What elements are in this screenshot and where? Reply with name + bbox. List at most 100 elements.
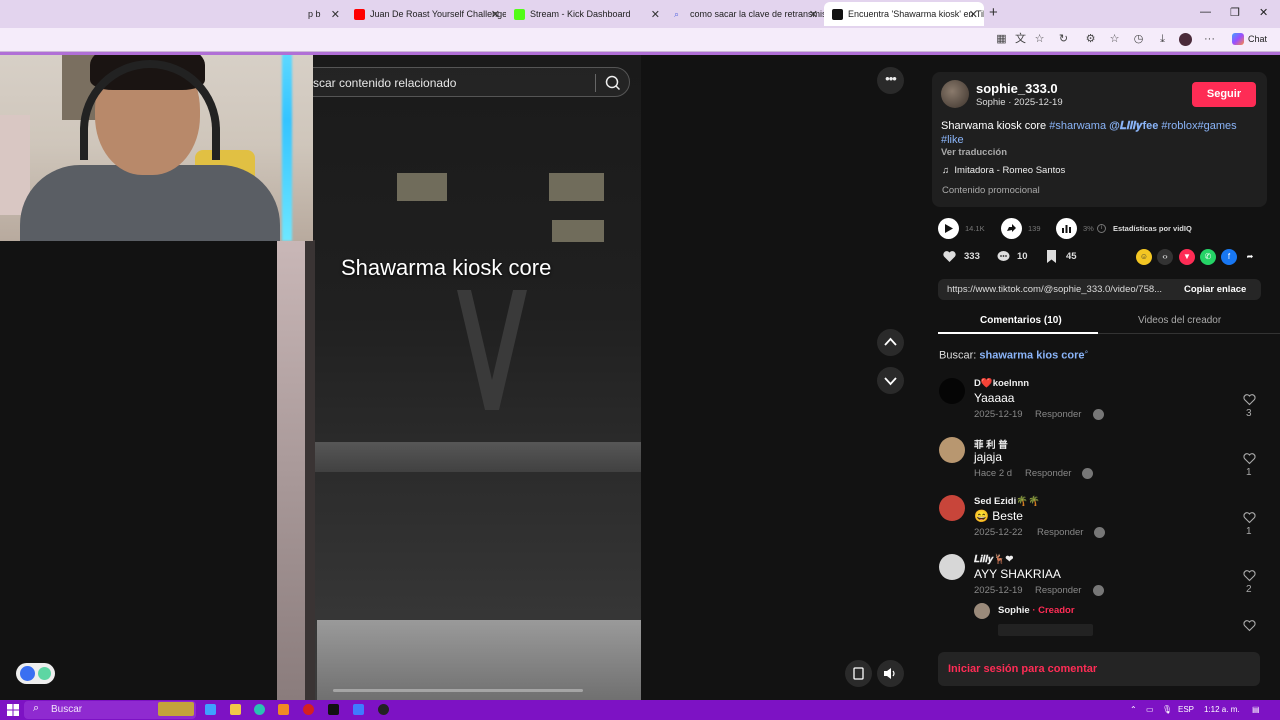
tab-creator-videos[interactable]: Videos del creador: [1138, 315, 1221, 326]
close-tab-icon[interactable]: ✕: [969, 8, 978, 21]
copilot-taskbar-icon[interactable]: [205, 704, 216, 715]
miniplayer-button[interactable]: [845, 660, 872, 687]
comment-avatar[interactable]: [939, 495, 965, 521]
close-window-icon[interactable]: ✕: [1259, 6, 1268, 19]
reply-avatar[interactable]: [974, 603, 990, 619]
close-tab-icon[interactable]: ✕: [809, 8, 818, 21]
more-options-icon[interactable]: ···: [1203, 33, 1216, 46]
obs-icon[interactable]: [378, 704, 389, 715]
comment-avatar[interactable]: [939, 378, 965, 404]
comment-avatar[interactable]: [939, 437, 965, 463]
vlc-icon[interactable]: [278, 704, 289, 715]
browser-tab[interactable]: Juan De Roast Yourself Challenge ✕: [346, 2, 506, 26]
file-explorer-icon[interactable]: [230, 704, 241, 715]
author-username[interactable]: sophie_333.0: [976, 81, 1058, 96]
app-icon[interactable]: [353, 704, 364, 715]
refresh-icon[interactable]: ↻: [1057, 33, 1070, 46]
comment-like-heart-icon[interactable]: [1243, 511, 1256, 524]
related-search-suggestion[interactable]: Buscar: shawarma kios core⌕: [939, 349, 1088, 362]
see-translation-link[interactable]: Ver traducción: [941, 147, 1007, 158]
hashtag-link[interactable]: #sharwama: [1049, 120, 1106, 132]
related-search-input[interactable]: scar contenido relacionado: [313, 76, 456, 90]
creator-badge: Creador: [1038, 605, 1075, 616]
apps-icon[interactable]: ▦: [995, 33, 1008, 46]
heart-icon[interactable]: [942, 249, 957, 264]
volume-button[interactable]: [877, 660, 904, 687]
bookmark-icon[interactable]: [1044, 249, 1059, 264]
hashtag-link[interactable]: #games: [1197, 120, 1236, 132]
taskbar-language[interactable]: ESP: [1178, 705, 1194, 714]
facebook-icon[interactable]: f: [1221, 249, 1237, 265]
minimize-icon[interactable]: —: [1200, 6, 1211, 18]
video-player[interactable]: Shawarma kiosk core: [277, 55, 641, 700]
taskbar-clock[interactable]: 1:12 a. m.: [1204, 705, 1240, 714]
friends-share-icon[interactable]: ☺: [1136, 249, 1152, 265]
browser-tab[interactable]: Stream - Kick Dashboard ✕: [506, 2, 666, 26]
history-icon[interactable]: ◷: [1132, 33, 1145, 46]
browser-tab[interactable]: ⌕ como sacar la clave de retransmisi ✕: [666, 2, 824, 26]
more-options-button[interactable]: •••: [877, 67, 904, 94]
notifications-icon[interactable]: ▤: [1252, 705, 1260, 714]
search-highlight-image: [158, 702, 194, 716]
comment-username[interactable]: D❤️koelnnn: [974, 378, 1029, 389]
info-icon[interactable]: i: [1097, 224, 1106, 233]
power-icon: [38, 667, 51, 680]
music-link[interactable]: ♫ Imitadora - Romeo Santos: [942, 165, 1065, 176]
profile-avatar-icon[interactable]: [1179, 33, 1192, 46]
video-progress-bar[interactable]: [333, 689, 583, 692]
favorites-icon[interactable]: ☆: [1108, 33, 1121, 46]
network-icon[interactable]: ▭: [1146, 705, 1154, 714]
comment-like-heart-icon[interactable]: [1243, 452, 1256, 465]
opera-icon[interactable]: [303, 704, 314, 715]
reply-button[interactable]: Responder: [1035, 409, 1081, 420]
maximize-icon[interactable]: ❐: [1230, 6, 1240, 19]
more-share-arrow-icon[interactable]: ➦: [1242, 249, 1258, 265]
comment-like-heart-icon[interactable]: [1243, 569, 1256, 582]
embed-code-icon[interactable]: ‹›: [1157, 249, 1173, 265]
close-tab-icon[interactable]: ✕: [491, 8, 500, 21]
search-icon[interactable]: [603, 73, 623, 93]
tab-comments[interactable]: Comentarios (10): [980, 315, 1062, 326]
reply-username: Sophie · Creador: [998, 605, 1075, 616]
reply-button[interactable]: Responder: [1025, 468, 1071, 479]
windows-start-icon[interactable]: [7, 704, 19, 716]
hashtag-link[interactable]: #roblox: [1161, 120, 1197, 132]
comment-username[interactable]: 菲 利 普: [974, 437, 1008, 451]
mention-link[interactable]: @𝑳𝒊𝒍𝒍𝒚fee: [1109, 120, 1158, 132]
reply-button[interactable]: Responder: [1035, 585, 1081, 596]
related-search-query[interactable]: shawarma kios core: [979, 350, 1084, 362]
author-avatar[interactable]: [941, 80, 969, 108]
edge-browser-icon[interactable]: [254, 704, 265, 715]
browser-tab[interactable]: p b ✕: [300, 2, 346, 26]
extension-floating-button[interactable]: [16, 663, 55, 684]
comment-avatar[interactable]: [939, 554, 965, 580]
related-search-bar[interactable]: scar contenido relacionado: [290, 67, 630, 97]
whatsapp-icon[interactable]: ✆: [1200, 249, 1216, 265]
translate-icon[interactable]: 文: [1014, 33, 1027, 46]
extensions-icon[interactable]: ⚙: [1084, 33, 1097, 46]
follow-button[interactable]: Seguir: [1192, 82, 1256, 107]
copy-link-button[interactable]: Copiar enlace: [1184, 284, 1246, 295]
favorite-star-icon[interactable]: ☆: [1033, 33, 1046, 46]
comment-like-heart-icon[interactable]: [1243, 393, 1256, 406]
close-tab-icon[interactable]: ✕: [651, 8, 660, 21]
send-to-friends-icon[interactable]: ▼: [1179, 249, 1195, 265]
new-tab-plus-icon[interactable]: +: [989, 4, 998, 21]
download-icon[interactable]: ⤓: [1156, 33, 1169, 46]
tray-chevron-icon[interactable]: ⌃: [1130, 705, 1137, 714]
reply-user-name[interactable]: Sophie: [998, 605, 1030, 616]
comment-username[interactable]: 𝑳𝒊𝒍𝒍𝒚🦌❤: [974, 554, 1013, 565]
copilot-chat-button[interactable]: Chat: [1232, 33, 1267, 45]
comment-username[interactable]: Sed Ezidi🌴🌴: [974, 496, 1040, 507]
previous-video-button[interactable]: [877, 329, 904, 356]
terminal-icon[interactable]: [328, 704, 339, 715]
reply-button[interactable]: Responder: [1037, 527, 1083, 538]
browser-tab-active[interactable]: Encuentra 'Shawarma kiosk' en Tik ✕: [824, 2, 984, 26]
comment-like-heart-icon[interactable]: [1243, 619, 1256, 632]
next-video-button[interactable]: [877, 367, 904, 394]
mic-icon[interactable]: 🎙: [1162, 705, 1172, 714]
comment-icon[interactable]: [996, 249, 1011, 264]
close-tab-icon[interactable]: ✕: [331, 8, 340, 21]
hashtag-link[interactable]: #like: [941, 134, 964, 146]
login-to-comment-link[interactable]: Iniciar sesión para comentar: [948, 663, 1097, 675]
